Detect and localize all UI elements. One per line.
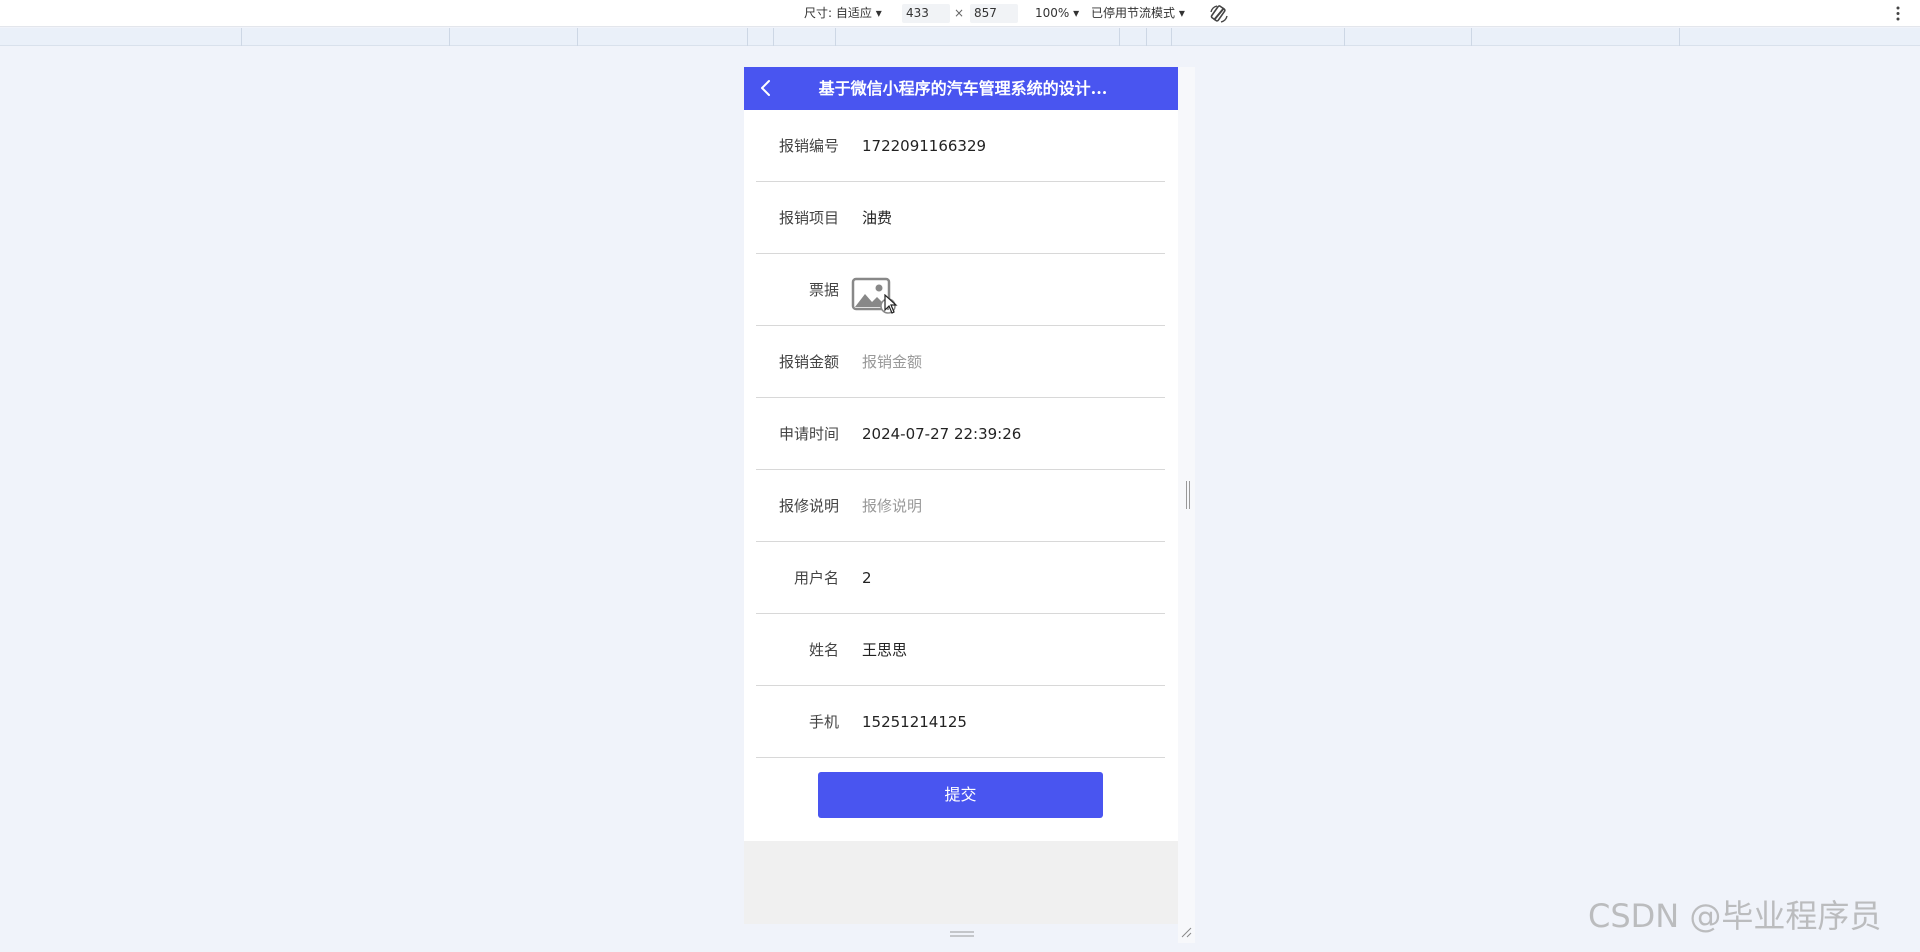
field-label: 报销项目 xyxy=(778,209,839,227)
dimensions-label: 尺寸: 自适应 xyxy=(804,6,872,20)
form-row-amount: 报销金额 xyxy=(756,326,1165,398)
ruler-segment[interactable] xyxy=(747,28,748,46)
ruler-segment[interactable] xyxy=(1679,28,1680,46)
device-toolbar: 尺寸: 自适应 ▾ 433 × 857 100% ▾ 已停用节流模式 ▾ xyxy=(0,0,1920,27)
field-label: 手机 xyxy=(808,713,839,731)
apply-time-field[interactable] xyxy=(862,398,1152,470)
field-label: 报修说明 xyxy=(778,497,839,515)
bottom-resize-handle[interactable] xyxy=(950,930,974,938)
throttle-dropdown[interactable]: 已停用节流模式 ▾ xyxy=(1091,0,1185,27)
amount-field[interactable] xyxy=(862,326,1152,398)
ruler-segment[interactable] xyxy=(773,28,774,46)
watermark: CSDN @毕业程序员 xyxy=(1588,897,1882,935)
field-label: 报销编号 xyxy=(778,137,839,155)
zoom-label: 100% xyxy=(1035,6,1070,20)
zoom-dropdown[interactable]: 100% ▾ xyxy=(1035,0,1079,27)
chevron-down-icon: ▾ xyxy=(1073,6,1080,20)
field-label: 票据 xyxy=(808,281,839,299)
page-title: 基于微信小程序的汽车管理系统的设计... xyxy=(818,79,1108,98)
kebab-menu-icon[interactable] xyxy=(1893,4,1903,23)
ruler-segment[interactable] xyxy=(835,28,836,46)
media-query-bar[interactable] xyxy=(0,28,1920,46)
mobile-viewport: 基于微信小程序的汽车管理系统的设计... 报销编号 报销项目 票据 报销金额 xyxy=(744,67,1178,924)
field-label: 用户名 xyxy=(793,569,839,587)
height-input[interactable]: 857 xyxy=(970,4,1018,23)
times-sign: × xyxy=(954,6,965,20)
ruler-segment[interactable] xyxy=(1119,28,1120,46)
reimbursement-form: 报销编号 报销项目 票据 报销金额 申请时间 xyxy=(756,110,1165,758)
throttle-label: 已停用节流模式 xyxy=(1091,6,1176,20)
dimensions-dropdown[interactable]: 尺寸: 自适应 ▾ xyxy=(804,0,882,27)
corner-resize-handle[interactable] xyxy=(1180,926,1192,938)
form-row-repair-note: 报修说明 xyxy=(756,470,1165,542)
submit-button[interactable]: 提交 xyxy=(818,772,1103,818)
form-row-apply-time: 申请时间 xyxy=(756,398,1165,470)
field-label: 姓名 xyxy=(808,641,839,659)
ruler-segment[interactable] xyxy=(449,28,450,46)
form-row-receipt: 票据 xyxy=(756,254,1165,326)
form-row-phone: 手机 xyxy=(756,686,1165,758)
ruler-segment[interactable] xyxy=(1171,28,1172,46)
form-row-name: 姓名 xyxy=(756,614,1165,686)
chevron-down-icon: ▾ xyxy=(1178,6,1185,20)
navigation-header: 基于微信小程序的汽车管理系统的设计... xyxy=(744,67,1178,110)
ruler-segment[interactable] xyxy=(1471,28,1472,46)
form-row-reimbursement-item: 报销项目 xyxy=(756,182,1165,254)
name-field[interactable] xyxy=(862,614,1152,686)
mouse-cursor-icon xyxy=(884,294,898,314)
viewport-bottom-area xyxy=(744,841,1178,924)
ruler-segment[interactable] xyxy=(1344,28,1345,46)
chevron-left-icon[interactable] xyxy=(756,78,776,98)
field-label: 申请时间 xyxy=(778,425,839,443)
rotate-icon[interactable] xyxy=(1208,3,1230,25)
phone-field[interactable] xyxy=(862,686,1152,758)
reimbursement-item-field[interactable] xyxy=(862,182,1152,254)
field-label: 报销金额 xyxy=(778,353,839,371)
right-resize-handle[interactable] xyxy=(1185,481,1191,509)
form-row-username: 用户名 xyxy=(756,542,1165,614)
ruler-segment[interactable] xyxy=(241,28,242,46)
ruler-segment[interactable] xyxy=(1146,28,1147,46)
username-field[interactable] xyxy=(862,542,1152,614)
reimbursement-no-field[interactable] xyxy=(862,110,1152,182)
repair-note-field[interactable] xyxy=(862,470,1152,542)
chevron-down-icon: ▾ xyxy=(875,6,882,20)
width-input[interactable]: 433 xyxy=(902,4,950,23)
form-row-reimbursement-no: 报销编号 xyxy=(756,110,1165,182)
ruler-segment[interactable] xyxy=(577,28,578,46)
